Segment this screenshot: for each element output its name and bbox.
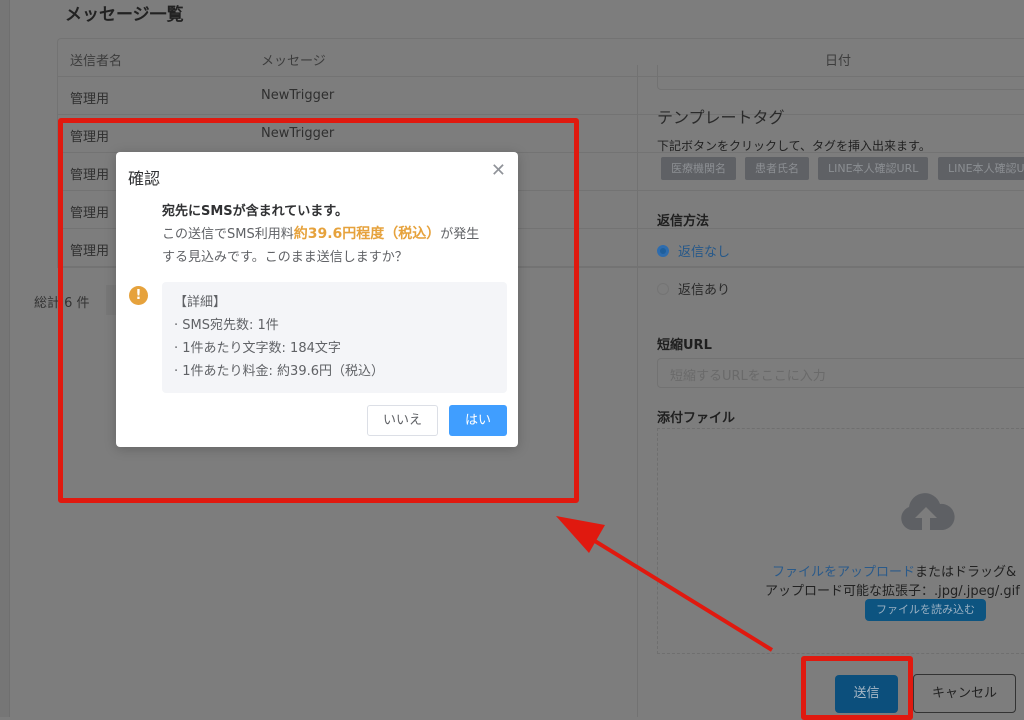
cost-highlight: 約39.6円程度（税込） bbox=[293, 226, 441, 242]
warning-icon: ! bbox=[129, 286, 148, 305]
close-icon[interactable]: ✕ bbox=[491, 160, 506, 181]
confirm-dialog: 確認 ✕ 宛先にSMSが含まれています。 この送信でSMS利用料約39.6円程度… bbox=[116, 152, 518, 447]
message-line2-post: が発生 bbox=[440, 227, 480, 242]
detail-title: 【詳細】 bbox=[174, 295, 227, 310]
yes-button[interactable]: はい bbox=[449, 405, 507, 436]
message-line2: この送信でSMS利用料 bbox=[162, 227, 294, 242]
detail-box: 【詳細】 · SMS宛先数: 1件 · 1件あたり文字数: 184文字 · 1件… bbox=[162, 282, 507, 393]
message-line3: する見込みです。このまま送信しますか？ bbox=[162, 250, 408, 265]
no-button[interactable]: いいえ bbox=[367, 405, 438, 436]
message-line1: 宛先にSMSが含まれています。 bbox=[162, 204, 348, 219]
dialog-title: 確認 bbox=[128, 169, 161, 188]
dialog-message: 宛先にSMSが含まれています。 この送信でSMS利用料約39.6円程度（税込）が… bbox=[162, 200, 507, 269]
detail-item: · 1件あたり文字数: 184文字 bbox=[174, 341, 341, 356]
detail-item: · 1件あたり料金: 約39.6円（税込） bbox=[174, 364, 384, 379]
detail-item: · SMS宛先数: 1件 bbox=[174, 318, 279, 333]
